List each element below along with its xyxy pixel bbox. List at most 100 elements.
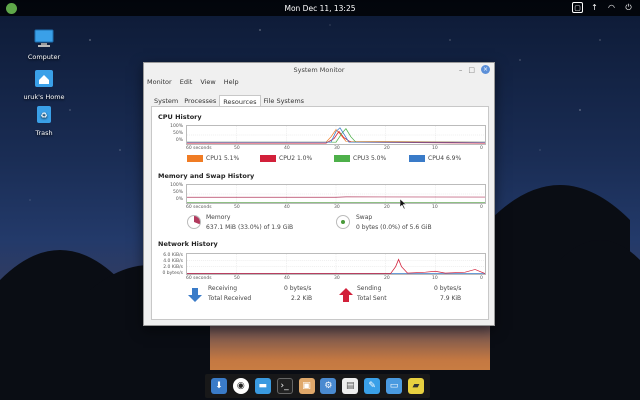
cpu2-color-swatch[interactable] [260, 155, 276, 162]
desktop-icon-label: uruk's Home [23, 93, 65, 101]
total-sent-label: Total Sent [357, 295, 387, 302]
network-y-tick: 6.0 KiB/s [163, 253, 183, 258]
cpu-y-tick: 100% [170, 124, 183, 129]
x-tick: 40 [284, 276, 290, 281]
receiving-label: Receiving [208, 285, 238, 292]
x-tick: 40 [284, 205, 290, 210]
menu-edit[interactable]: Edit [180, 78, 193, 86]
memory-y-tick: 100% [170, 183, 183, 188]
resources-panel: CPU History 100% 50% 0% 60 seconds 50 40… [151, 106, 489, 320]
tab-file-systems[interactable]: File Systems [261, 95, 308, 106]
receiving-arrow-icon [188, 288, 202, 302]
memory-value: 637.1 MiB (33.0%) of 1.9 GiB [206, 224, 294, 231]
mouse-cursor-icon [400, 199, 407, 209]
cpu-y-tick: 0% [175, 138, 183, 143]
total-sent-value: 7.9 KiB [440, 295, 462, 302]
cpu2-value: 1.0% [296, 155, 313, 162]
cpu4-color-swatch[interactable] [409, 155, 425, 162]
memory-y-tick: 50% [172, 190, 183, 195]
x-tick: 20 [384, 146, 390, 151]
cpu4-value: 6.9% [445, 155, 462, 162]
system-tray: ▢ ↑ ◠ ⏻ [572, 2, 634, 13]
browser-icon[interactable]: ◉ [232, 378, 249, 394]
cpu-y-tick: 50% [172, 131, 183, 136]
tab-bar: System Processes Resources File Systems [151, 95, 307, 106]
trash-icon: ♻ [37, 106, 51, 123]
terminal-icon[interactable]: ›_ [276, 378, 293, 394]
sending-label: Sending [357, 285, 382, 292]
panel-clock[interactable]: Mon Dec 11, 13:25 [284, 4, 355, 13]
cpu4-legend[interactable]: CPU4 6.9% [409, 155, 461, 162]
x-tick: 20 [384, 276, 390, 281]
menu-help[interactable]: Help [224, 78, 239, 86]
window-titlebar[interactable]: System Monitor – □ × [144, 63, 494, 77]
cpu-history-graph [186, 125, 486, 145]
swap-label: Swap [356, 214, 373, 221]
system-monitor-window: System Monitor – □ × Monitor Edit View H… [143, 62, 495, 326]
cpu3-value: 5.0% [370, 155, 387, 162]
cpu1-legend[interactable]: CPU1 5.1% [187, 155, 239, 162]
text-editor-icon[interactable]: ✎ [364, 378, 381, 394]
menu-view[interactable]: View [200, 78, 215, 86]
memory-section-title: Memory and Swap History [158, 172, 255, 180]
x-tick: 40 [284, 146, 290, 151]
close-icon[interactable]: × [481, 65, 490, 74]
tab-system[interactable]: System [151, 95, 181, 106]
cpu1-label: CPU1 [206, 155, 223, 162]
x-tick: 60 seconds [186, 205, 212, 210]
folder-icon[interactable]: ▰ [407, 378, 424, 394]
update-arrow-icon[interactable]: ↑ [589, 2, 600, 13]
cpu-section-title: CPU History [158, 113, 202, 121]
sending-arrow-icon [339, 288, 353, 302]
menu-bar: Monitor Edit View Help [144, 76, 242, 87]
maximize-icon[interactable]: □ [468, 66, 475, 74]
minimize-icon[interactable]: – [459, 66, 463, 74]
x-tick: 60 seconds [186, 276, 212, 281]
document-icon[interactable]: ▤ [342, 378, 359, 394]
memory-history-graph [186, 184, 486, 204]
settings-gear-icon[interactable]: ⚙ [320, 378, 337, 394]
cpu4-label: CPU4 [428, 155, 445, 162]
home-folder-icon [35, 70, 53, 87]
cpu3-color-swatch[interactable] [334, 155, 350, 162]
network-history-graph [186, 253, 486, 275]
cpu3-legend[interactable]: CPU3 5.0% [334, 155, 386, 162]
dock: ⬇ ◉ ▬ ›_ ▣ ⚙ ▤ ✎ ▭ ▰ [205, 374, 430, 398]
network-y-tick: 2.0 KiB/s [163, 265, 183, 270]
computer-icon [34, 29, 54, 47]
software-store-icon[interactable]: ▣ [298, 378, 315, 394]
svg-text:♻: ♻ [40, 111, 47, 120]
cpu1-color-swatch[interactable] [187, 155, 203, 162]
memory-label: Memory [206, 214, 231, 221]
x-tick: 30 [334, 205, 340, 210]
cpu2-legend[interactable]: CPU2 1.0% [260, 155, 312, 162]
wifi-icon[interactable]: ◠ [606, 2, 617, 13]
menu-monitor[interactable]: Monitor [147, 78, 172, 86]
swap-value: 0 bytes (0.0%) of 5.6 GiB [356, 224, 432, 231]
desktop-icon-home[interactable]: uruk's Home [16, 67, 72, 101]
total-received-value: 2.2 KiB [291, 295, 313, 302]
cpu2-label: CPU2 [279, 155, 296, 162]
x-tick: 10 [432, 276, 438, 281]
tab-resources[interactable]: Resources [219, 95, 261, 106]
receiving-rate: 0 bytes/s [284, 285, 312, 292]
memory-y-tick: 0% [175, 197, 183, 202]
tab-processes[interactable]: Processes [181, 95, 219, 106]
cpu1-value: 5.1% [223, 155, 240, 162]
x-tick: 0 [480, 146, 483, 151]
sending-rate: 0 bytes/s [434, 285, 462, 292]
window-list-icon[interactable]: ▢ [572, 2, 583, 13]
install-icon[interactable]: ⬇ [210, 378, 227, 394]
power-icon[interactable]: ⏻ [623, 2, 634, 13]
x-tick: 30 [334, 276, 340, 281]
x-tick: 50 [234, 205, 240, 210]
display-icon[interactable]: ▭ [386, 378, 403, 394]
app-menu-icon[interactable] [6, 3, 17, 14]
x-tick: 50 [234, 276, 240, 281]
files-icon[interactable]: ▬ [254, 378, 271, 394]
desktop-icon-trash[interactable]: ♻ Trash [16, 103, 72, 137]
top-panel: Mon Dec 11, 13:25 ▢ ↑ ◠ ⏻ [0, 0, 640, 16]
desktop-icon-computer[interactable]: Computer [16, 27, 72, 61]
memory-pie-icon[interactable] [187, 215, 201, 229]
swap-pie-icon[interactable] [336, 215, 350, 229]
